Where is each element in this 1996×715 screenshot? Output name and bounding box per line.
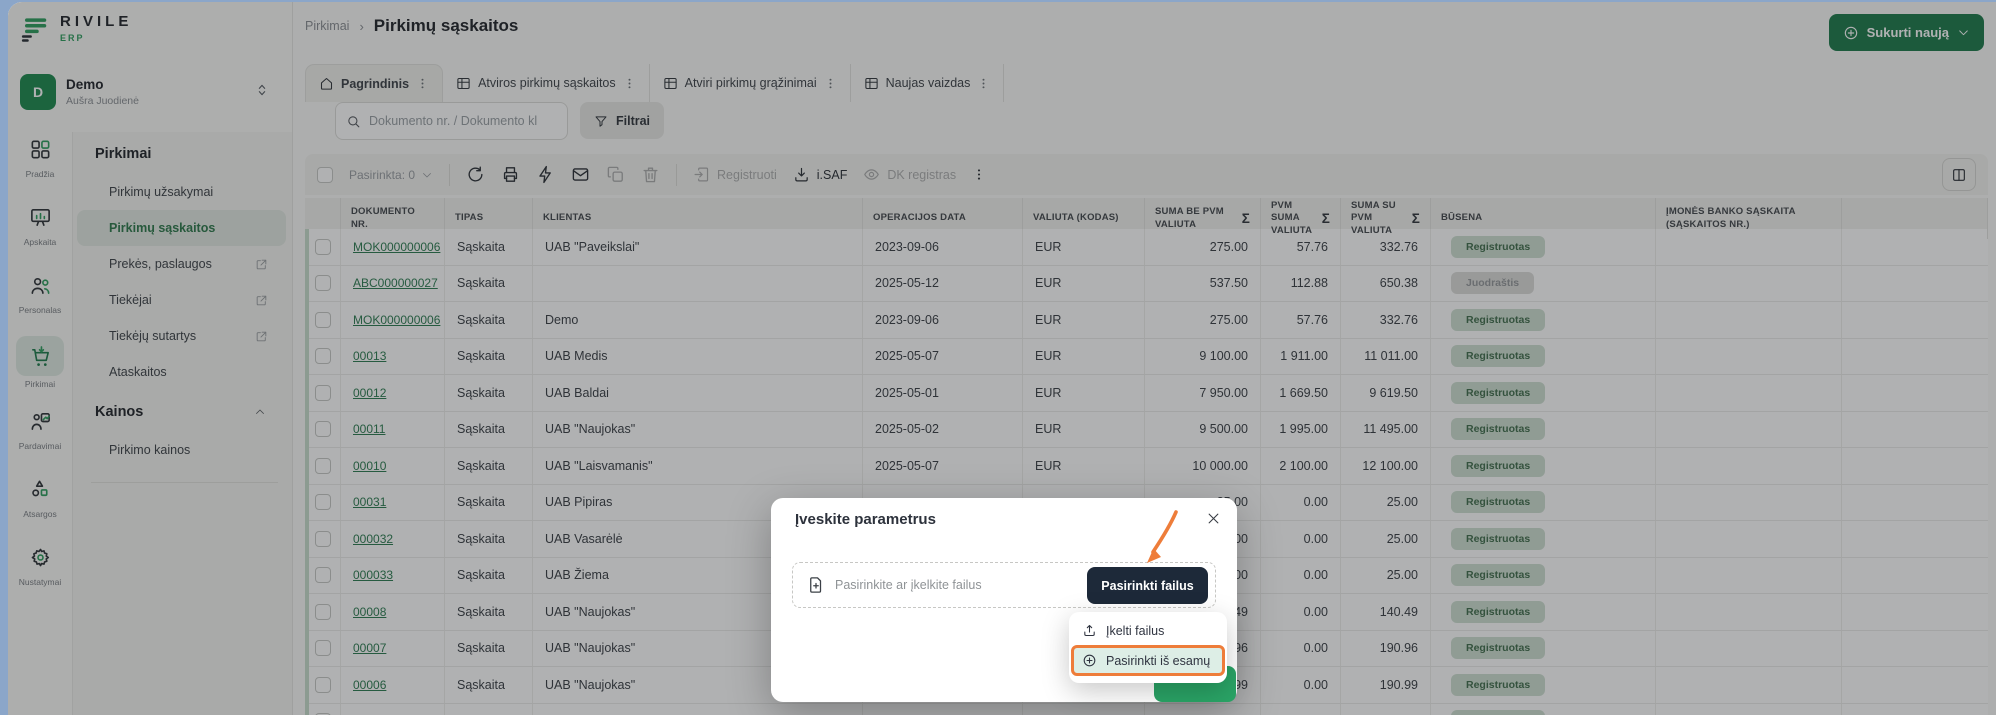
modal-title: Įveskite parametrus [795, 511, 936, 528]
dropzone-label: Pasirinkite ar įkelkite failus [835, 578, 982, 592]
app-window: RIVILE ERP D Demo Aušra Juodienė Pradžia… [8, 2, 1996, 715]
plus-circle-icon [1082, 653, 1097, 668]
upload-icon [1082, 623, 1097, 638]
file-source-menu: Įkelti failus Pasirinkti iš esamų [1069, 612, 1227, 683]
menu-item[interactable]: Pasirinkti iš esamų [1071, 645, 1225, 676]
close-icon[interactable] [1206, 511, 1221, 526]
select-files-button[interactable]: Pasirinkti failus [1087, 567, 1208, 604]
menu-item-label: Įkelti failus [1106, 624, 1164, 638]
menu-item-label: Pasirinkti iš esamų [1106, 654, 1210, 668]
menu-item[interactable]: Įkelti failus [1069, 617, 1227, 644]
file-plus-icon [807, 576, 825, 594]
